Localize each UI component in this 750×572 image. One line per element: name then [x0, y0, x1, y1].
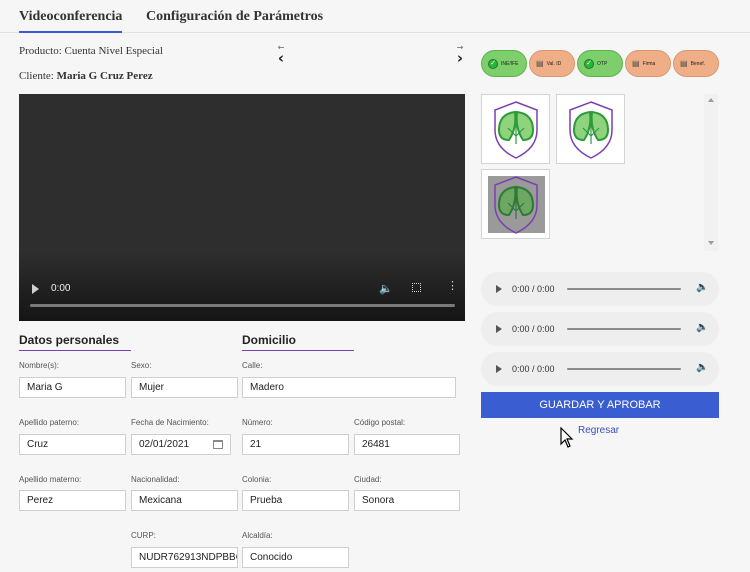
video-controls-shade: [19, 251, 465, 321]
status-pill-label: Firma: [642, 60, 656, 67]
city-label: Ciudad:: [354, 475, 382, 484]
previous-chevron-icon: ‹: [277, 49, 285, 67]
document-gallery: [481, 94, 706, 251]
document-icon: ▤: [680, 59, 688, 68]
status-pill-otp[interactable]: ✓ OTP: [577, 50, 623, 77]
scroll-up-icon[interactable]: [708, 98, 714, 102]
postal-code-field[interactable]: 26481: [354, 434, 460, 455]
leaf-shield-icon: [494, 101, 538, 159]
client-name: Maria G Cruz Perez: [56, 70, 153, 82]
back-link[interactable]: Regresar: [578, 425, 619, 436]
audio-time: 0:00 / 0:00: [512, 284, 555, 294]
status-pill-val-id[interactable]: ▤ Val. ID: [529, 50, 575, 77]
next-chevron-icon: ›: [456, 49, 464, 67]
paternal-surname-field[interactable]: Cruz: [19, 434, 126, 455]
play-icon[interactable]: [496, 325, 502, 333]
maternal-surname-field[interactable]: Perez: [19, 490, 126, 511]
audio-time: 0:00 / 0:00: [512, 364, 555, 374]
video-player[interactable]: 0:00 🔈 ⋮: [19, 94, 465, 321]
client-label: Cliente:: [19, 70, 54, 82]
volume-icon[interactable]: 🔈: [379, 282, 393, 295]
paternal-surname-label: Apellido paterno:: [19, 418, 80, 427]
product-value: Cuenta Nivel Especial: [64, 45, 163, 57]
birth-date-field[interactable]: 02/01/2021: [131, 434, 231, 455]
status-pill-benef[interactable]: ▤ Benef.: [673, 50, 719, 77]
city-field[interactable]: Sonora: [354, 490, 460, 511]
status-pill-label: OTP: [597, 60, 608, 67]
video-time: 0:00: [51, 283, 71, 294]
audio-progress-bar[interactable]: [567, 368, 681, 370]
next-nav[interactable]: → ›: [454, 44, 466, 67]
address-title: Domicilio: [242, 333, 354, 351]
previous-nav[interactable]: ← ‹: [275, 44, 287, 67]
municipality-field[interactable]: Conocido: [242, 547, 349, 568]
volume-icon[interactable]: 🔈: [696, 282, 708, 293]
check-icon: ✓: [584, 58, 594, 69]
play-icon[interactable]: [496, 285, 502, 293]
status-pill-firma[interactable]: ▤ Firma: [625, 50, 671, 77]
play-icon[interactable]: [496, 365, 502, 373]
status-pill-label: Val. ID: [546, 60, 562, 67]
colony-label: Colonia:: [242, 475, 272, 484]
fullscreen-icon[interactable]: [412, 283, 421, 292]
check-icon: ✓: [488, 58, 498, 69]
calendar-icon[interactable]: [213, 440, 223, 449]
document-icon: ▤: [536, 59, 544, 68]
first-name-field[interactable]: Maria G: [19, 377, 126, 398]
status-pill-label: INE/IFE: [501, 60, 519, 67]
audio-progress-bar[interactable]: [567, 288, 681, 290]
audio-player[interactable]: 0:00 / 0:00 🔈: [481, 272, 719, 306]
curp-field[interactable]: NUDR762913NDPBBC: [131, 547, 238, 568]
audio-player[interactable]: 0:00 / 0:00 🔈: [481, 352, 719, 386]
birth-date-value: 02/01/2021: [139, 439, 190, 450]
tab-videoconferencia[interactable]: Videoconferencia: [19, 9, 123, 33]
document-thumbnail[interactable]: [556, 94, 625, 164]
maternal-surname-label: Apellido materno:: [19, 475, 82, 484]
audio-player[interactable]: 0:00 / 0:00 🔈: [481, 312, 719, 346]
number-label: Número:: [242, 418, 273, 427]
audio-time: 0:00 / 0:00: [512, 324, 555, 334]
status-pill-ine[interactable]: ✓ INE/IFE: [481, 50, 527, 77]
nationality-label: Nacionalidad:: [131, 475, 180, 484]
video-progress-bar[interactable]: [30, 304, 455, 307]
birth-date-label: Fecha de Nacimiento:: [131, 418, 209, 427]
mouse-cursor-icon: [560, 427, 574, 448]
play-icon[interactable]: [32, 284, 39, 294]
nationality-field[interactable]: Mexicana: [131, 490, 238, 511]
status-pill-label: Benef.: [690, 60, 706, 67]
leaf-shield-icon: [494, 176, 538, 234]
postal-code-label: Código postal:: [354, 418, 406, 427]
sex-label: Sexo:: [131, 361, 152, 370]
scroll-down-icon[interactable]: [708, 241, 714, 245]
number-field[interactable]: 21: [242, 434, 349, 455]
audio-progress-bar[interactable]: [567, 328, 681, 330]
sex-field[interactable]: Mujer: [131, 377, 238, 398]
first-name-label: Nombre(s):: [19, 361, 60, 370]
client-info: Cliente: Maria G Cruz Perez: [19, 70, 153, 82]
document-thumbnail[interactable]: [481, 169, 550, 239]
street-label: Calle:: [242, 361, 263, 370]
tab-bar: Videoconferencia Configuración de Paráme…: [0, 0, 750, 33]
document-thumbnail[interactable]: [481, 94, 550, 164]
product-label: Producto:: [19, 45, 62, 57]
product-info: Producto: Cuenta Nivel Especial: [19, 45, 163, 57]
save-and-approve-button[interactable]: GUARDAR Y APROBAR: [481, 392, 719, 418]
volume-icon[interactable]: 🔈: [696, 362, 708, 373]
municipality-label: Alcaldía:: [242, 531, 273, 540]
document-icon: ▤: [632, 59, 640, 68]
personal-data-title: Datos personales: [19, 333, 131, 351]
tab-configuracion-parametros[interactable]: Configuración de Parámetros: [146, 9, 323, 25]
volume-icon[interactable]: 🔈: [696, 322, 708, 333]
street-field[interactable]: Madero: [242, 377, 456, 398]
colony-field[interactable]: Prueba: [242, 490, 349, 511]
more-options-icon[interactable]: ⋮: [447, 281, 458, 292]
curp-label: CURP:: [131, 531, 156, 540]
gallery-scrollbar[interactable]: [704, 94, 718, 251]
leaf-shield-icon: [569, 101, 613, 159]
